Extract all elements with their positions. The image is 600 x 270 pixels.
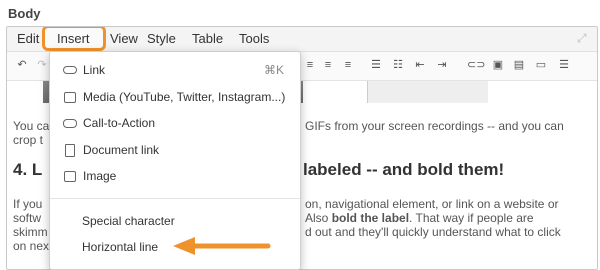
menubar: Edit Insert View Style Table Tools ⤢ [7, 27, 597, 52]
menu-item-special-character[interactable]: Special character [50, 209, 300, 235]
para4-right: d out and they'll quickly understand wha… [305, 225, 561, 239]
menu-item-cta[interactable]: Call-to-Action [50, 111, 300, 137]
para1-left: You ca [13, 119, 50, 133]
orange-arrow-annotation [173, 237, 271, 255]
indent-icon[interactable]: ⇥ [435, 58, 449, 72]
para1b-left: crop t [13, 133, 44, 147]
cta-icon[interactable]: ▭ [534, 58, 548, 72]
menu-item-cta-label: Call-to-Action [83, 116, 156, 130]
align-center-icon[interactable]: ≡ [321, 58, 335, 72]
menu-item-horizontal-line-label: Horizontal line [82, 240, 159, 254]
para1-right: GIFs from your screen recordings -- and … [305, 119, 564, 133]
link-icon [63, 66, 77, 74]
menu-item-special-character-label: Special character [82, 214, 175, 228]
content-screenshot-image-right [367, 81, 488, 103]
cta-icon [63, 119, 77, 128]
menu-separator [50, 198, 300, 199]
heading-right: labeled -- and bold them! [303, 160, 505, 179]
menu-item-document-link[interactable]: Document link [50, 138, 300, 164]
field-label: Body [8, 6, 41, 21]
horizontal-line-icon[interactable]: ☰ [557, 58, 571, 72]
align-left-icon[interactable]: ≡ [303, 58, 317, 72]
para3-rest: . That way if people are [409, 211, 534, 225]
outdent-icon[interactable]: ⇤ [413, 58, 427, 72]
para5-left: on nex [13, 239, 50, 253]
para4-left: skimm [13, 225, 48, 239]
bullet-list-icon[interactable]: ☰ [369, 58, 383, 72]
media-icon [64, 92, 76, 103]
redo-icon[interactable]: ↷ [35, 58, 49, 72]
menu-item-image[interactable]: Image [50, 164, 300, 190]
para2-right: on, navigational element, or link on a w… [305, 197, 559, 211]
align-right-icon[interactable]: ≡ [341, 58, 355, 72]
menu-insert[interactable]: Insert [57, 31, 90, 46]
numbered-list-icon[interactable]: ☷ [391, 58, 405, 72]
undo-icon[interactable]: ↶ [15, 58, 29, 72]
menu-item-media[interactable]: Media (YouTube, Twitter, Instagram...) [50, 85, 300, 111]
document-icon [65, 144, 75, 157]
document-icon[interactable]: ▤ [512, 58, 526, 72]
image-icon[interactable]: ▣ [491, 58, 505, 72]
menu-style[interactable]: Style [147, 31, 176, 46]
menu-item-link[interactable]: Link ⌘K [50, 58, 300, 84]
fullscreen-icon[interactable]: ⤢ [577, 32, 589, 44]
link-icon[interactable]: ⊂⊃ [467, 58, 485, 72]
para3-right: Also bold the label. That way if people … [305, 211, 534, 225]
para3-right-text: Also [305, 211, 329, 225]
arrow-head [173, 237, 195, 255]
image-icon [64, 171, 76, 182]
menu-item-media-label: Media (YouTube, Twitter, Instagram...) [83, 90, 286, 104]
menu-item-image-label: Image [83, 169, 117, 183]
para2-left: If you [13, 197, 43, 211]
para3-left: softw [13, 211, 42, 225]
menu-item-link-label: Link [83, 63, 106, 77]
menu-item-link-shortcut: ⌘K [263, 63, 284, 77]
menu-table[interactable]: Table [192, 31, 223, 46]
para3-bold: bold the label [331, 211, 410, 225]
menu-edit[interactable]: Edit [17, 31, 39, 46]
menu-view[interactable]: View [110, 31, 138, 46]
heading-left: 4. L [13, 160, 43, 179]
menu-item-document-link-label: Document link [83, 143, 160, 157]
menu-tools[interactable]: Tools [239, 31, 269, 46]
